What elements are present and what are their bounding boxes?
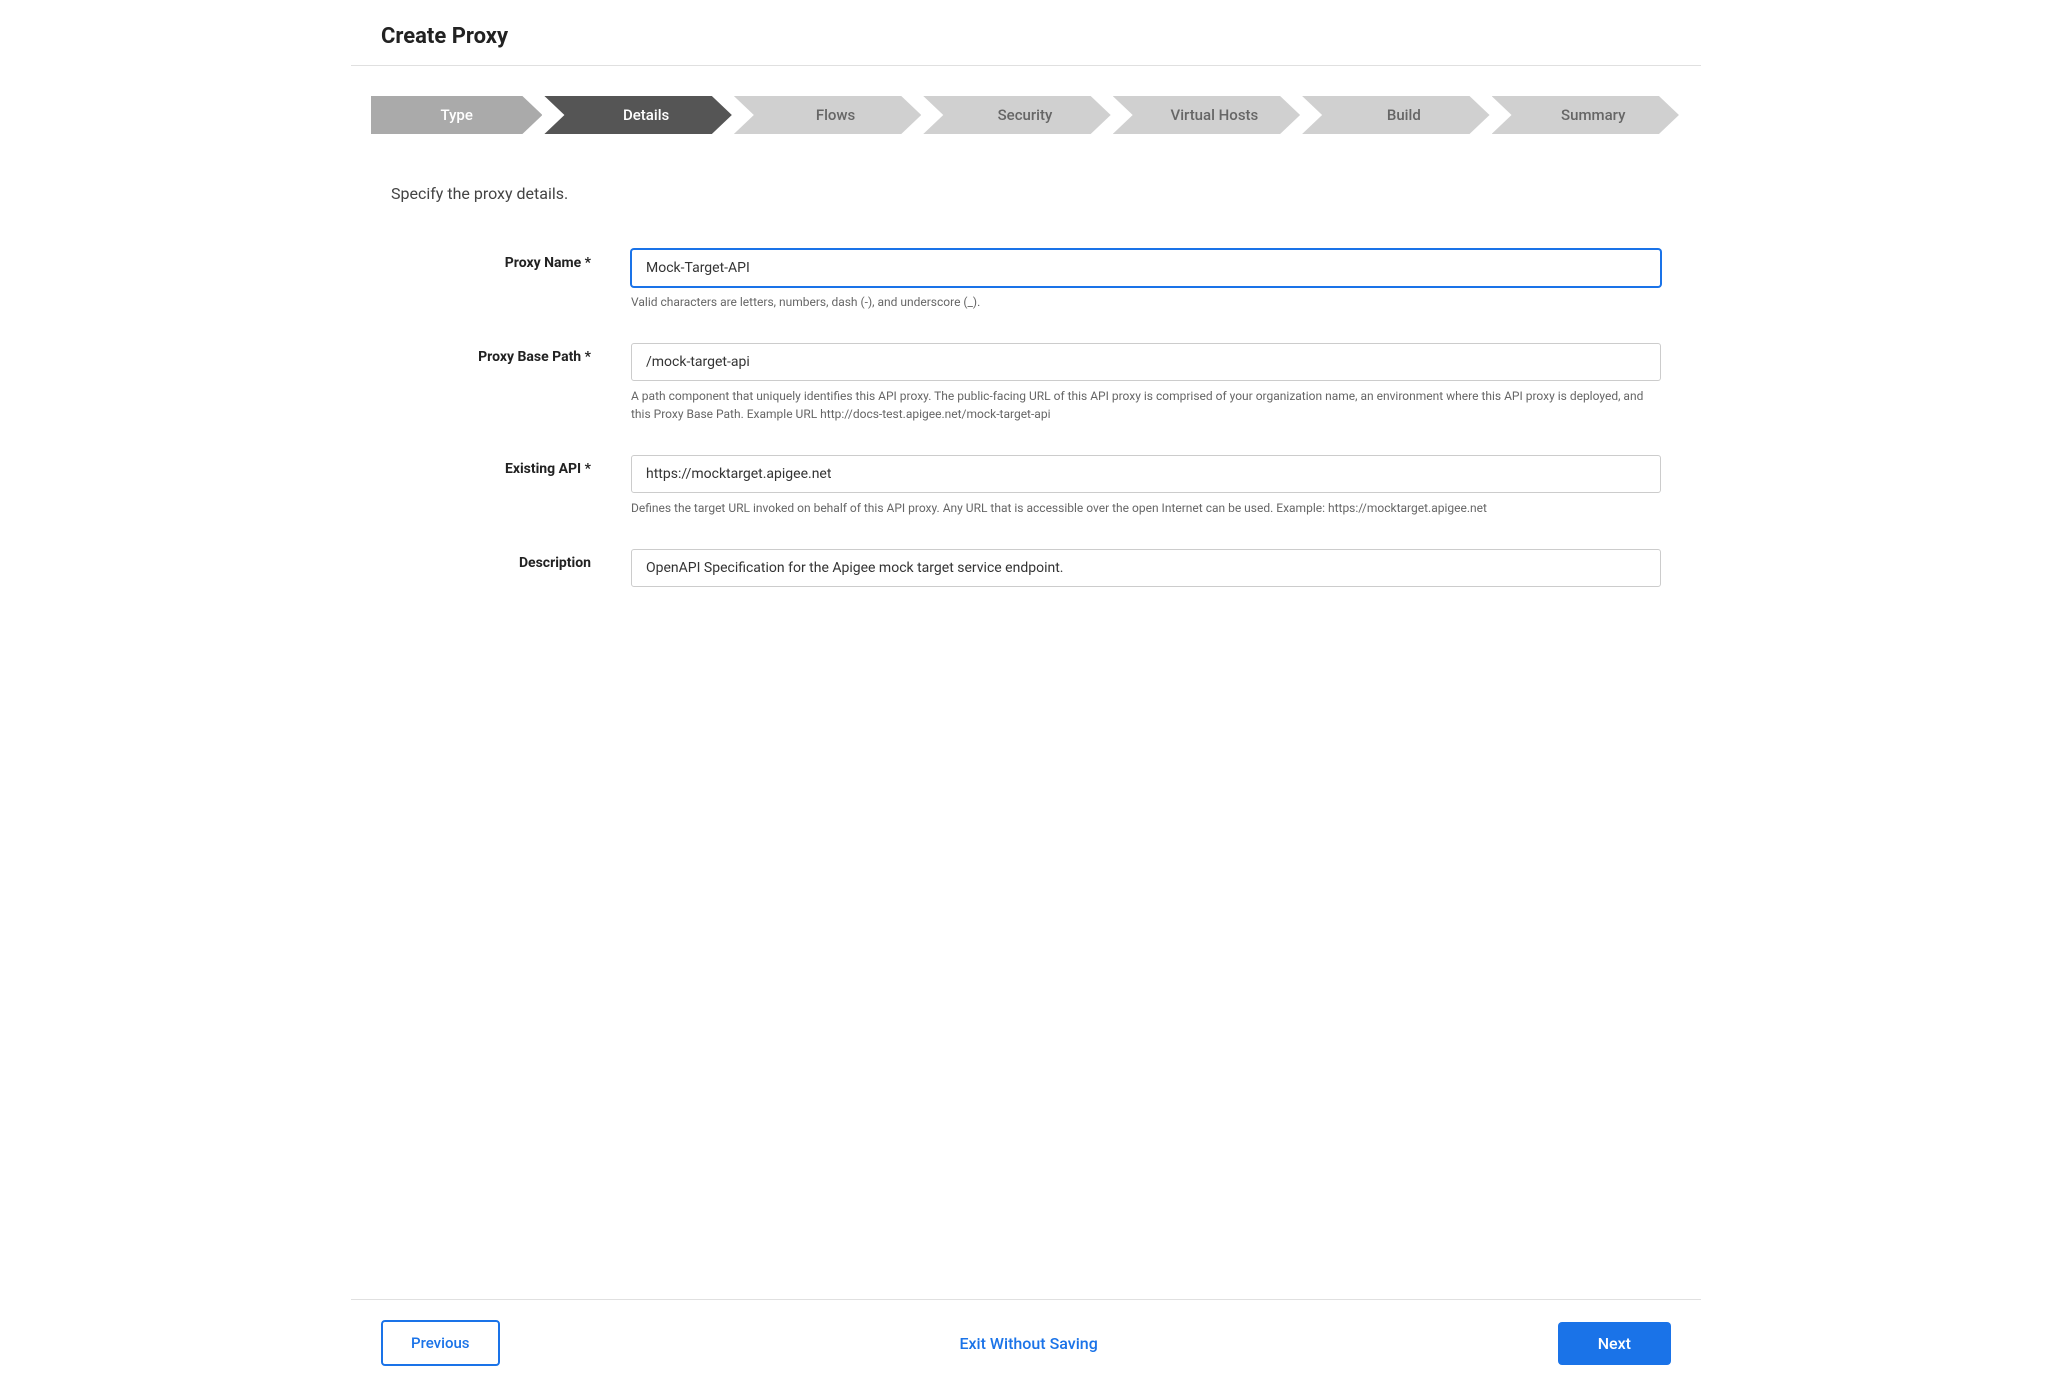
- exit-without-saving-button[interactable]: Exit Without Saving: [959, 1334, 1097, 1353]
- existing-api-field-container: Defines the target URL invoked on behalf…: [611, 439, 1661, 533]
- description-input[interactable]: [631, 549, 1661, 587]
- proxy-base-path-field-container: A path component that uniquely identifie…: [611, 327, 1661, 439]
- page-title: Create Proxy: [381, 24, 1671, 49]
- next-button[interactable]: Next: [1558, 1322, 1671, 1365]
- description-label: Description: [391, 533, 611, 603]
- previous-button[interactable]: Previous: [381, 1320, 500, 1366]
- wizard-steps: Type Details Flows Security Virtual Host…: [351, 66, 1701, 154]
- step-security[interactable]: Security: [923, 96, 1110, 134]
- proxy-name-label: Proxy Name *: [391, 233, 611, 327]
- step-type[interactable]: Type: [371, 96, 542, 134]
- step-details[interactable]: Details: [544, 96, 731, 134]
- form: Proxy Name * Valid characters are letter…: [391, 233, 1661, 603]
- proxy-base-path-hint: A path component that uniquely identifie…: [631, 387, 1661, 423]
- existing-api-label: Existing API *: [391, 439, 611, 533]
- step-summary[interactable]: Summary: [1492, 96, 1679, 134]
- step-build[interactable]: Build: [1302, 96, 1489, 134]
- step-virtual-hosts[interactable]: Virtual Hosts: [1113, 96, 1300, 134]
- form-subtitle: Specify the proxy details.: [391, 184, 1661, 203]
- proxy-base-path-input[interactable]: [631, 343, 1661, 381]
- proxy-name-input[interactable]: [631, 249, 1661, 287]
- proxy-base-path-label: Proxy Base Path *: [391, 327, 611, 439]
- existing-api-hint: Defines the target URL invoked on behalf…: [631, 499, 1661, 517]
- step-flows[interactable]: Flows: [734, 96, 921, 134]
- proxy-name-hint: Valid characters are letters, numbers, d…: [631, 293, 1661, 311]
- proxy-name-field-container: Valid characters are letters, numbers, d…: [611, 233, 1661, 327]
- existing-api-input[interactable]: [631, 455, 1661, 493]
- footer: Previous Exit Without Saving Next: [351, 1299, 1701, 1386]
- description-field-container: [611, 533, 1661, 603]
